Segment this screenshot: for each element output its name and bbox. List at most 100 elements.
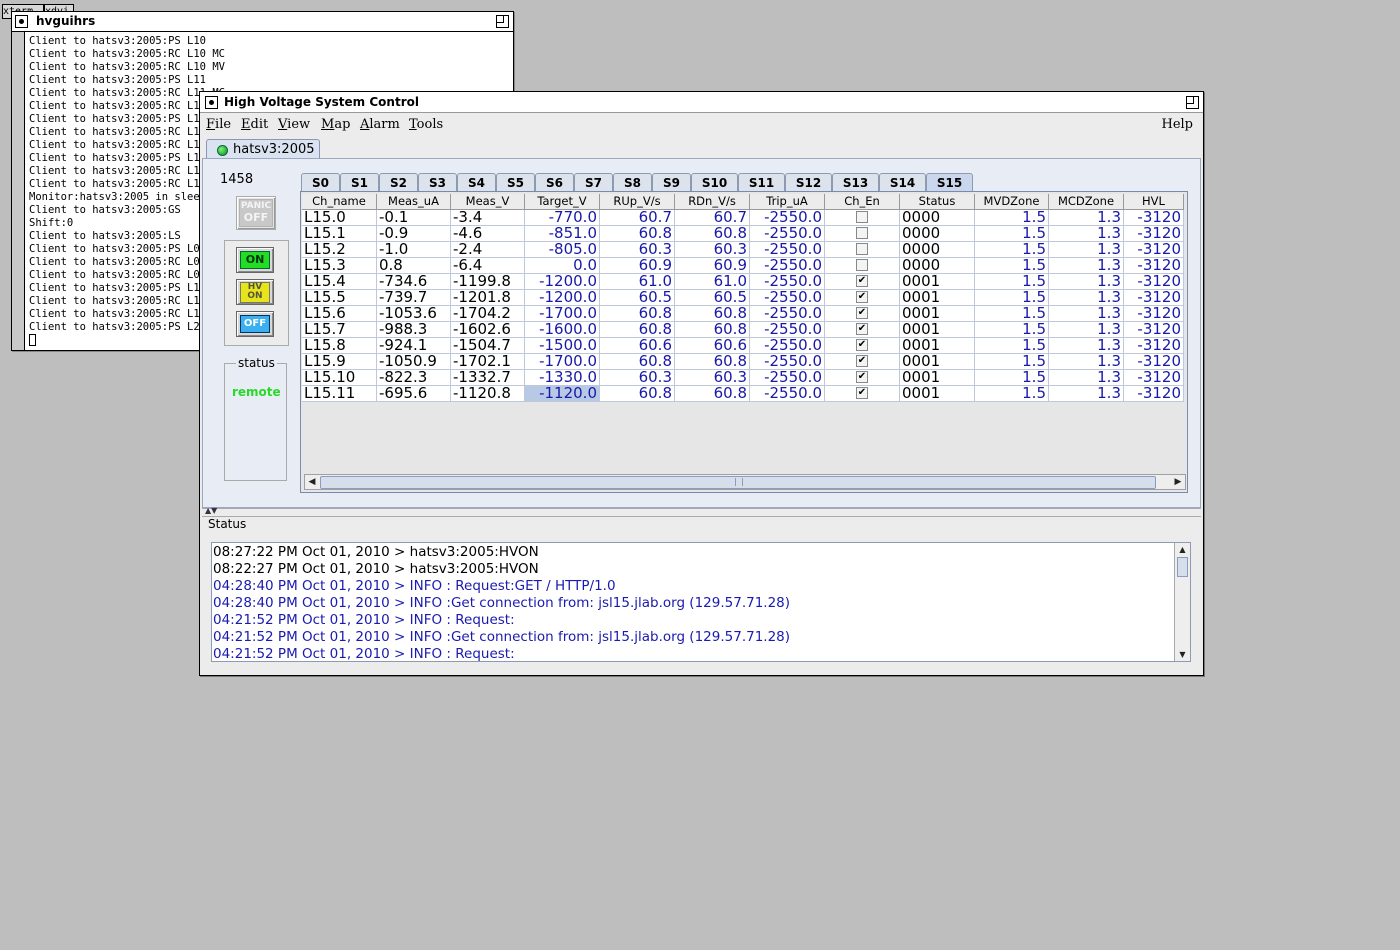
menu-edit[interactable]: Edit [241, 117, 268, 132]
table-cell[interactable]: 0000 [900, 258, 975, 274]
scroll-down-icon[interactable]: ▼ [1175, 648, 1190, 661]
checkbox-checked-icon[interactable]: ✔ [856, 338, 868, 351]
table-cell[interactable]: -988.3 [377, 322, 451, 338]
log-entry[interactable]: 04:21:52 PM Oct 01, 2010 > INFO : Reques… [213, 646, 1174, 661]
table-cell[interactable]: 1.5 [975, 274, 1049, 290]
terminal-titlebar[interactable]: hvguihrs [12, 12, 513, 32]
divider-arrows-icon[interactable]: ▲▼ [205, 506, 217, 515]
table-cell[interactable]: -2550.0 [750, 258, 825, 274]
table-cell[interactable]: 1.5 [975, 290, 1049, 306]
table-cell[interactable]: -1504.7 [451, 338, 525, 354]
table-cell[interactable]: 60.3 [675, 370, 750, 386]
table-cell[interactable]: 0001 [900, 338, 975, 354]
menu-file[interactable]: File [206, 117, 231, 132]
scroll-right-icon[interactable]: ▶ [1171, 475, 1185, 489]
column-header[interactable]: MVDZone [975, 194, 1049, 210]
table-cell[interactable]: -3120 [1124, 290, 1184, 306]
table-cell[interactable]: -1500.0 [525, 338, 600, 354]
table-cell[interactable]: 1.3 [1049, 370, 1124, 386]
column-header[interactable]: Meas_V [451, 194, 525, 210]
slot-tab-s15[interactable]: S15 [926, 173, 973, 192]
slot-tab-s10[interactable]: S10 [691, 173, 738, 192]
slot-tab-s8[interactable]: S8 [613, 173, 652, 192]
table-cell[interactable]: 0001 [900, 290, 975, 306]
table-cell[interactable]: -851.0 [525, 226, 600, 242]
table-cell[interactable]: L15.3 [302, 258, 377, 274]
table-cell[interactable]: 1.3 [1049, 306, 1124, 322]
table-cell[interactable]: -1199.8 [451, 274, 525, 290]
table-cell[interactable]: 1.3 [1049, 226, 1124, 242]
scroll-thumb[interactable] [320, 476, 1156, 489]
table-cell[interactable]: -1120.8 [451, 386, 525, 402]
table-cell[interactable]: L15.9 [302, 354, 377, 370]
column-header[interactable]: Target_V [525, 194, 600, 210]
checkbox-checked-icon[interactable]: ✔ [856, 306, 868, 319]
menu-alarm[interactable]: Alarm [360, 117, 400, 132]
table-cell[interactable]: 60.8 [675, 386, 750, 402]
column-header[interactable]: MCDZone [1049, 194, 1124, 210]
table-cell[interactable]: -770.0 [525, 210, 600, 226]
table-cell[interactable]: 0000 [900, 210, 975, 226]
table-cell[interactable]: 0001 [900, 274, 975, 290]
table-cell[interactable]: -6.4 [451, 258, 525, 274]
table-cell[interactable]: -2550.0 [750, 386, 825, 402]
table-cell[interactable]: 0001 [900, 370, 975, 386]
table-cell[interactable]: 1.5 [975, 354, 1049, 370]
table-cell[interactable]: -3120 [1124, 338, 1184, 354]
table-cell[interactable]: -2550.0 [750, 226, 825, 242]
table-cell[interactable]: -1120.0 [525, 386, 600, 402]
menu-view[interactable]: View [278, 117, 310, 132]
checkbox-checked-icon[interactable]: ✔ [856, 322, 868, 335]
table-cell[interactable]: -1602.6 [451, 322, 525, 338]
table-cell[interactable]: -4.6 [451, 226, 525, 242]
table-cell[interactable]: -0.9 [377, 226, 451, 242]
table-cell[interactable]: 60.8 [600, 322, 675, 338]
on-button[interactable]: ON [236, 247, 274, 273]
slot-tab-s2[interactable]: S2 [379, 173, 418, 192]
table-cell[interactable]: 1.5 [975, 386, 1049, 402]
table-cell[interactable]: -2.4 [451, 242, 525, 258]
table-cell[interactable]: ✔ [825, 386, 900, 402]
table-cell[interactable]: -734.6 [377, 274, 451, 290]
table-cell[interactable]: 60.3 [600, 370, 675, 386]
table-cell[interactable]: -822.3 [377, 370, 451, 386]
menu-help[interactable]: Help [1161, 117, 1193, 132]
table-cell[interactable]: -805.0 [525, 242, 600, 258]
menu-map[interactable]: Map [321, 117, 350, 132]
table-cell[interactable]: 60.3 [675, 242, 750, 258]
table-cell[interactable]: 1.5 [975, 306, 1049, 322]
checkbox-checked-icon[interactable]: ✔ [856, 386, 868, 399]
table-cell[interactable]: 60.7 [675, 210, 750, 226]
slot-tab-s6[interactable]: S6 [535, 173, 574, 192]
slot-tab-s1[interactable]: S1 [340, 173, 379, 192]
table-cell[interactable]: -2550.0 [750, 354, 825, 370]
table-cell[interactable]: L15.8 [302, 338, 377, 354]
table-cell[interactable]: -924.1 [377, 338, 451, 354]
window-menu-icon[interactable] [205, 96, 218, 109]
table-cell[interactable]: -1330.0 [525, 370, 600, 386]
table-cell[interactable]: -1.0 [377, 242, 451, 258]
table-cell[interactable]: -1050.9 [377, 354, 451, 370]
checkbox-unchecked-icon[interactable] [856, 210, 868, 223]
table-cell[interactable]: 60.8 [675, 322, 750, 338]
table-cell[interactable]: -1200.0 [525, 290, 600, 306]
table-cell[interactable]: 1.5 [975, 242, 1049, 258]
table-cell[interactable]: -1201.8 [451, 290, 525, 306]
checkbox-unchecked-icon[interactable] [856, 226, 868, 239]
table-cell[interactable]: -3.4 [451, 210, 525, 226]
window-menu-icon[interactable] [15, 15, 28, 28]
menu-tools[interactable]: Tools [409, 117, 443, 132]
slot-tab-s3[interactable]: S3 [418, 173, 457, 192]
table-cell[interactable]: 1.5 [975, 338, 1049, 354]
table-cell[interactable]: L15.11 [302, 386, 377, 402]
table-cell[interactable]: -1332.7 [451, 370, 525, 386]
table-cell[interactable]: 1.5 [975, 226, 1049, 242]
main-titlebar[interactable]: High Voltage System Control [200, 92, 1203, 113]
table-cell[interactable]: 1.5 [975, 370, 1049, 386]
checkbox-checked-icon[interactable]: ✔ [856, 370, 868, 383]
connection-tab[interactable]: hatsv3:2005 [206, 139, 320, 159]
log-scroll-thumb[interactable] [1177, 557, 1188, 577]
table-cell[interactable]: 1.3 [1049, 242, 1124, 258]
table-cell[interactable]: 0000 [900, 226, 975, 242]
scroll-up-icon[interactable]: ▲ [1175, 543, 1190, 556]
